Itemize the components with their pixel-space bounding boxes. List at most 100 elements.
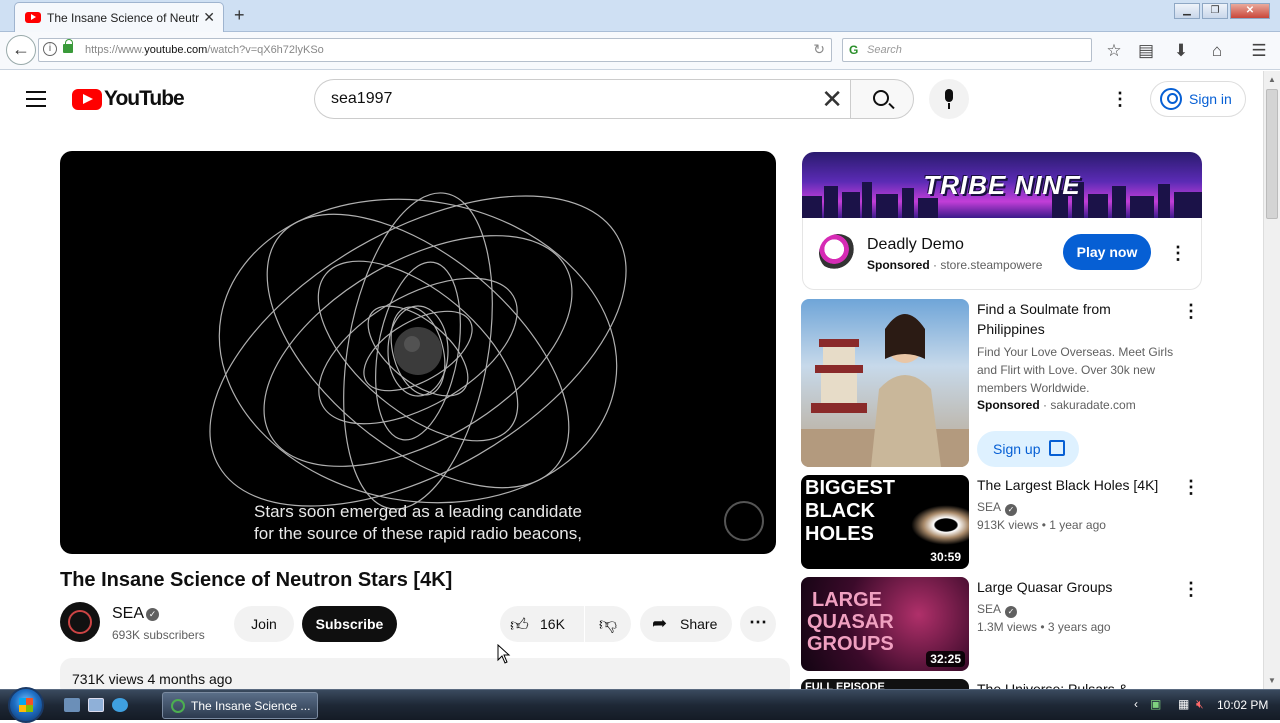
back-button[interactable]: ← (6, 35, 36, 65)
page-scrollbar[interactable]: ▲ ▼ (1263, 71, 1280, 689)
search-query: sea1997 (331, 90, 393, 107)
browser-app-icon (171, 699, 185, 713)
start-button[interactable] (8, 687, 44, 723)
sponsored-meta: Sponsored · sakuradate.com (977, 398, 1136, 412)
download-icon[interactable]: ⬇ (1171, 41, 1191, 61)
related-channel-3[interactable]: SEA ✓ (977, 602, 1018, 618)
browser-search-field[interactable]: G Search (842, 38, 1092, 62)
black-hole-graphic (911, 505, 969, 545)
ad-banner-image[interactable]: TRIBE NINE (802, 152, 1202, 218)
subscribe-button[interactable]: Subscribe (302, 606, 397, 642)
sign-up-button[interactable]: Sign up (977, 431, 1079, 467)
network-icon[interactable]: ▦ (1178, 697, 1189, 711)
lock-icon (63, 39, 73, 53)
ad-meta: Sponsored · store.steampowere (867, 258, 1043, 272)
switch-windows-icon[interactable] (88, 698, 104, 712)
play-now-button[interactable]: Play now (1063, 234, 1151, 270)
views-and-date: 731K views 4 months ago (72, 671, 233, 687)
youtube-logo-text[interactable]: YouTube (104, 87, 185, 111)
sponsored-thumbnail[interactable] (801, 299, 969, 467)
related-1-more-icon[interactable]: ⋮ (1182, 302, 1200, 320)
thumb-text: BIGGEST BLACK HOLES (805, 477, 896, 545)
video-player[interactable]: Stars soon emerged as a leading candidat… (60, 151, 776, 554)
internet-explorer-icon[interactable] (112, 698, 128, 712)
related-title-2[interactable]: The Largest Black Holes [4K] (977, 475, 1177, 495)
join-button[interactable]: Join (234, 606, 294, 642)
reload-icon[interactable]: ↻ (813, 41, 825, 58)
ad-banner-text: TRIBE NINE (923, 170, 1081, 200)
related-title-3[interactable]: Large Quasar Groups (977, 577, 1177, 597)
channel-watermark-icon[interactable] (724, 501, 764, 541)
thumbs-down-icon: 👎︎ (598, 614, 618, 634)
related-thumbnail-3[interactable]: LARGE QUASAR GROUPS 32:25 (801, 577, 969, 671)
sign-in-button[interactable]: Sign in (1150, 81, 1246, 117)
system-clock[interactable]: 10:02 PM (1217, 698, 1268, 712)
minimize-button[interactable]: ▁ (1174, 3, 1200, 19)
related-title-4[interactable]: The Universe: Pulsars & (977, 679, 1177, 689)
search-engine-icon: G (849, 43, 859, 57)
tab-title: The Insane Science of Neutr (47, 11, 200, 25)
volume-muted-icon[interactable]: 🔇︎ (1196, 697, 1204, 712)
windows-taskbar: The Insane Science ... ‹ ▣ ▦ 🔇︎ 10:02 PM (0, 687, 1280, 723)
security-icon[interactable]: ▣ (1150, 697, 1161, 711)
scrollbar-thumb[interactable] (1266, 89, 1278, 219)
search-icon (873, 90, 889, 106)
search-button[interactable] (850, 79, 914, 119)
search-placeholder: Search (867, 44, 902, 56)
related-3-more-icon[interactable]: ⋮ (1182, 580, 1200, 598)
youtube-logo-icon[interactable] (72, 89, 102, 110)
home-icon[interactable]: ⌂ (1207, 41, 1227, 61)
subscriber-count: 693K subscribers (112, 628, 205, 642)
like-button[interactable]: 👍︎ 16K (500, 606, 584, 642)
info-icon[interactable]: i (43, 42, 57, 56)
share-arrow-icon: ➦ (652, 613, 668, 633)
new-tab-button[interactable]: + (234, 5, 245, 26)
advertiser-logo-icon (819, 234, 857, 272)
browser-tab-strip: The Insane Science of Neutr ✕ + ▁ ❐ ✕ (0, 0, 1280, 32)
window-controls: ▁ ❐ ✕ (1172, 3, 1270, 19)
scroll-down-icon[interactable]: ▼ (1268, 676, 1276, 685)
mouse-cursor-icon (497, 644, 511, 664)
share-button[interactable]: ➦ Share (640, 606, 732, 642)
thumbs-up-icon: 👍︎ (510, 615, 529, 635)
settings-kebab-icon[interactable]: ⋮ (1110, 89, 1130, 109)
browser-tab[interactable]: The Insane Science of Neutr ✕ (14, 2, 224, 32)
share-label: Share (680, 616, 718, 632)
dislike-button[interactable]: 👎︎ (585, 606, 631, 642)
related-channel-2[interactable]: SEA ✓ (977, 500, 1018, 516)
related-meta-3: 1.3M views • 3 years ago (977, 620, 1111, 634)
voice-search-button[interactable] (929, 79, 969, 119)
channel-name[interactable]: SEA (112, 605, 144, 623)
clear-search-icon[interactable]: ✕ (821, 85, 843, 113)
video-title: The Insane Science of Neutron Stars [4K] (60, 569, 453, 591)
taskbar-browser-window[interactable]: The Insane Science ... (162, 692, 318, 719)
show-desktop-icon[interactable] (64, 698, 80, 712)
ad-card[interactable]: Deadly Demo Sponsored · store.steampower… (802, 218, 1202, 290)
maximize-button[interactable]: ❐ (1202, 3, 1228, 19)
related-title-1[interactable]: Find a Soulmate from Philippines (977, 299, 1177, 339)
bookmark-star-icon[interactable]: ☆ (1104, 41, 1124, 61)
window-close-button[interactable]: ✕ (1230, 3, 1270, 19)
video-caption: Stars soon emerged as a leading candidat… (60, 501, 776, 545)
address-bar[interactable]: i https://www.youtube.com/watch?v=qX6h72… (38, 38, 832, 62)
channel-avatar[interactable] (60, 602, 100, 642)
close-tab-icon[interactable]: ✕ (203, 9, 215, 26)
reading-list-icon[interactable]: ▤ (1136, 41, 1156, 61)
tray-expand-icon[interactable]: ‹ (1134, 697, 1138, 711)
ad-more-icon[interactable]: ⋮ (1169, 244, 1187, 262)
guide-menu-icon[interactable] (26, 91, 46, 107)
magnetic-field-visual (209, 192, 627, 510)
ad-title[interactable]: Deadly Demo (867, 236, 964, 254)
sign-up-label: Sign up (993, 441, 1041, 457)
related-2-more-icon[interactable]: ⋮ (1182, 478, 1200, 496)
search-input[interactable]: sea1997 ✕ (314, 79, 851, 119)
taskbar-window-label: The Insane Science ... (191, 699, 311, 713)
verified-check-icon: ✓ (146, 608, 159, 621)
thumb-text: LARGE QUASAR GROUPS (807, 589, 894, 655)
browser-menu-icon[interactable]: ☰ (1249, 41, 1269, 61)
related-thumbnail-2[interactable]: BIGGEST BLACK HOLES 30:59 (801, 475, 969, 569)
more-actions-button[interactable]: ⋯ (740, 606, 776, 642)
browser-nav-bar: ← i https://www.youtube.com/watch?v=qX6h… (0, 32, 1280, 70)
scroll-up-icon[interactable]: ▲ (1268, 75, 1276, 84)
duration-badge: 32:25 (926, 651, 965, 667)
